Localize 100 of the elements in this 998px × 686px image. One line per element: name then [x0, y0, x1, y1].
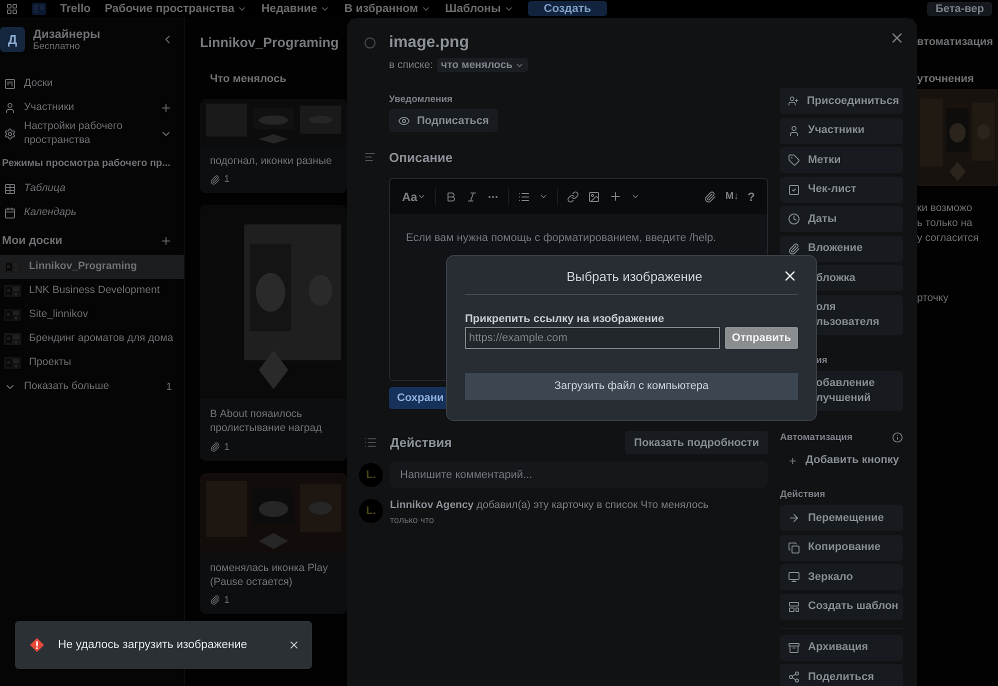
chevron-down-icon[interactable] — [539, 192, 548, 201]
sidebar-button[interactable]: Архивация — [780, 634, 903, 660]
card-text: ки возможо — [917, 201, 974, 216]
card-text: ь только на — [917, 216, 974, 231]
sidebar-item[interactable]: Таблица — [0, 177, 184, 202]
url-field[interactable]: https://example.com — [465, 327, 720, 349]
menu-button[interactable]: Шаблоны — [445, 2, 514, 14]
person-icon — [4, 102, 16, 114]
sidebar-button[interactable]: Чек-лист — [780, 176, 903, 202]
sidebar-button[interactable]: Присоединиться — [780, 88, 903, 114]
template-icon — [788, 600, 800, 612]
sidebar-item[interactable]: Настройки рабочего пространства — [0, 120, 184, 148]
menu-label[interactable]: втоматизация — [917, 36, 998, 48]
section-title: Действия — [390, 435, 453, 450]
sidebar-button[interactable]: Создать шаблон — [780, 594, 903, 620]
notifications-label: Уведомления — [389, 94, 454, 105]
app-name: Trello — [60, 2, 91, 14]
apps-grid-icon[interactable] — [6, 2, 18, 14]
board-item[interactable]: Проекты — [0, 351, 184, 376]
paperclip-icon[interactable] — [704, 190, 716, 202]
chevron-down-icon[interactable] — [631, 192, 640, 201]
board-logo-icon — [32, 2, 46, 14]
show-more-item[interactable]: Показать больше 1 — [0, 375, 184, 400]
bold-icon[interactable] — [445, 190, 458, 202]
boards-icon — [4, 78, 16, 90]
sidebar-button[interactable]: Даты — [780, 206, 903, 232]
board-card[interactable]: поменялась иконка Play (Pause остается) 1 — [200, 472, 347, 614]
sidebar-button[interactable]: Участники — [780, 118, 903, 144]
workspace-plan: Бесплатно — [33, 41, 81, 52]
board-title: Linnikov_Programing — [200, 34, 339, 50]
paperclip-icon — [210, 442, 220, 452]
italic-icon[interactable] — [466, 190, 478, 202]
settings-icon — [4, 128, 16, 140]
activity-text: Linnikov Agency добавил(а) эту карточку в список Что менялось — [390, 499, 708, 511]
eye-icon — [398, 114, 410, 126]
board-item[interactable]: LNK Business Development — [0, 279, 184, 304]
menu-button[interactable]: В избранном — [344, 2, 432, 14]
section-title: Мои доски — [2, 235, 62, 248]
markdown-button[interactable]: M↓ — [725, 191, 739, 202]
copy-icon — [788, 542, 800, 554]
clock-icon — [788, 213, 800, 225]
menu-button[interactable]: Недавние — [261, 2, 330, 14]
insert-icon[interactable] — [609, 190, 622, 203]
show-details-button[interactable]: Показать подробности — [625, 431, 768, 454]
sidebar-item[interactable]: Участники — [0, 96, 184, 120]
workspace-name: Дизайнеры — [33, 27, 102, 41]
person-plus-icon — [788, 95, 799, 107]
add-icon[interactable] — [160, 102, 172, 114]
sidebar-button[interactable]: Метки — [780, 147, 903, 173]
card-title: поменялась иконка Play (Pause остается) — [209, 560, 329, 590]
arrow-right-icon — [788, 512, 800, 524]
tag-icon — [788, 154, 800, 166]
submit-button[interactable]: Отправить — [724, 327, 798, 349]
sidebar-button[interactable]: Поделиться — [780, 664, 903, 686]
list-dropdown[interactable]: что менялось — [437, 58, 528, 72]
workspace-avatar: Д — [0, 27, 25, 52]
user-avatar: L. — [359, 462, 383, 486]
card-title: подогнал, иконки разные — [209, 154, 333, 169]
text-style-button[interactable]: Aa — [402, 190, 426, 204]
watch-button[interactable]: Подписаться — [389, 109, 498, 132]
sidebar-button[interactable]: Вложение — [780, 236, 903, 262]
add-card-label[interactable]: рточку — [917, 291, 998, 306]
monitor-icon — [788, 571, 800, 583]
comment-field[interactable]: Напишите комментарий... — [390, 461, 768, 488]
sidebar-item[interactable]: Календарь — [0, 201, 184, 226]
checkbox-icon — [788, 184, 800, 196]
sidebar-button[interactable]: Перемещение — [780, 505, 903, 531]
help-button[interactable]: ? — [748, 190, 755, 204]
field-label: Прикрепить ссылку на изображение — [465, 313, 666, 325]
list-title: уточнения — [917, 72, 975, 87]
paperclip-icon — [788, 242, 800, 254]
link-icon[interactable] — [567, 190, 580, 202]
board-item[interactable]: Брендинг ароматов для дома — [0, 327, 184, 352]
menu-button[interactable]: Рабочие пространства — [104, 2, 248, 14]
paperclip-icon — [210, 595, 220, 606]
list-title: Что менялось — [209, 72, 288, 87]
sidebar-button[interactable]: Копирование — [780, 534, 903, 560]
table-icon — [4, 183, 16, 196]
board-item[interactable]: Linnikov_Programing — [0, 255, 184, 280]
sidebar-button[interactable]: Добавить кнопку — [780, 448, 903, 474]
attachment-count: 1 — [224, 442, 230, 453]
create-button[interactable]: Создать — [528, 1, 608, 16]
attachment-count: 1 — [224, 174, 230, 186]
attachment-count: 1 — [224, 594, 230, 606]
upload-button[interactable]: Загрузить файл с компьютера — [465, 373, 798, 400]
section-title: Режимы просмотра рабочего пр... — [2, 158, 170, 169]
paperclip-icon — [210, 174, 220, 185]
sidebar-item[interactable]: Доски — [0, 72, 184, 96]
sidebar-button[interactable]: Зеркало — [780, 564, 903, 590]
close-icon[interactable] — [288, 639, 300, 651]
chevron-down-icon — [417, 192, 426, 201]
image-icon[interactable] — [588, 190, 600, 202]
board-item[interactable]: Site_linnikov — [0, 303, 184, 328]
info-icon[interactable] — [892, 432, 903, 442]
section-label: Автоматизация — [780, 432, 853, 442]
add-icon[interactable] — [160, 235, 172, 248]
dialog-title: Выбрать изображение — [566, 268, 704, 284]
activity-time: только что — [390, 515, 436, 525]
beta-button[interactable]: Бета-вер — [927, 2, 992, 16]
card-text: у согласится — [917, 231, 980, 246]
